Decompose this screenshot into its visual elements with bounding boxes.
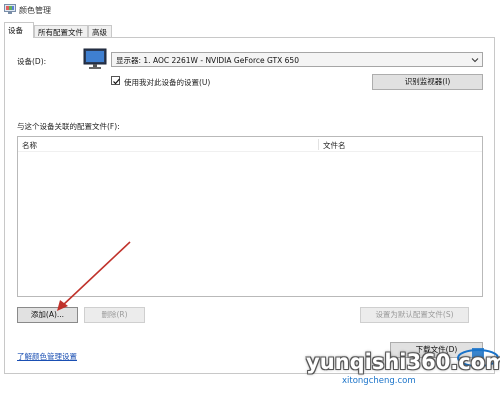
- title-bar: 颜色管理: [0, 0, 500, 20]
- use-my-settings-checkbox[interactable]: [111, 76, 120, 85]
- profiles-label: 与这个设备关联的配置文件(F):: [17, 122, 120, 131]
- header-divider: [18, 151, 482, 152]
- profiles-list[interactable]: 名称 文件名: [17, 136, 483, 297]
- tab-strip: 设备 所有配置文件 高级: [0, 22, 500, 38]
- column-divider[interactable]: [318, 139, 319, 150]
- column-header-filename[interactable]: 文件名: [323, 140, 346, 151]
- device-select[interactable]: 显示器: 1. AOC 2261W - NVIDIA GeForce GTX 6…: [111, 52, 483, 67]
- use-my-settings-label[interactable]: 使用我对此设备的设置(U): [124, 77, 210, 88]
- color-management-icon: [4, 4, 16, 14]
- chevron-down-icon: [471, 58, 479, 63]
- monitor-icon: [83, 48, 107, 69]
- add-button[interactable]: 添加(A)...: [17, 307, 78, 323]
- checkmark-icon: [113, 78, 120, 85]
- watermark-text: yunqishi360.com: [306, 350, 500, 374]
- tab-devices[interactable]: 设备: [4, 22, 34, 38]
- set-default-button[interactable]: 设置为默认配置文件(S): [360, 307, 469, 323]
- watermark-subtext: xitongcheng.com: [342, 376, 416, 386]
- learn-color-settings-link[interactable]: 了解颜色管理设置: [17, 351, 77, 362]
- column-header-name[interactable]: 名称: [22, 140, 37, 151]
- device-select-value: 显示器: 1. AOC 2261W - NVIDIA GeForce GTX 6…: [116, 56, 299, 65]
- remove-button[interactable]: 删除(R): [84, 307, 145, 323]
- identify-monitors-button[interactable]: 识别监视器(I): [372, 74, 483, 90]
- window-title: 颜色管理: [19, 6, 51, 15]
- device-label: 设备(D):: [17, 57, 47, 66]
